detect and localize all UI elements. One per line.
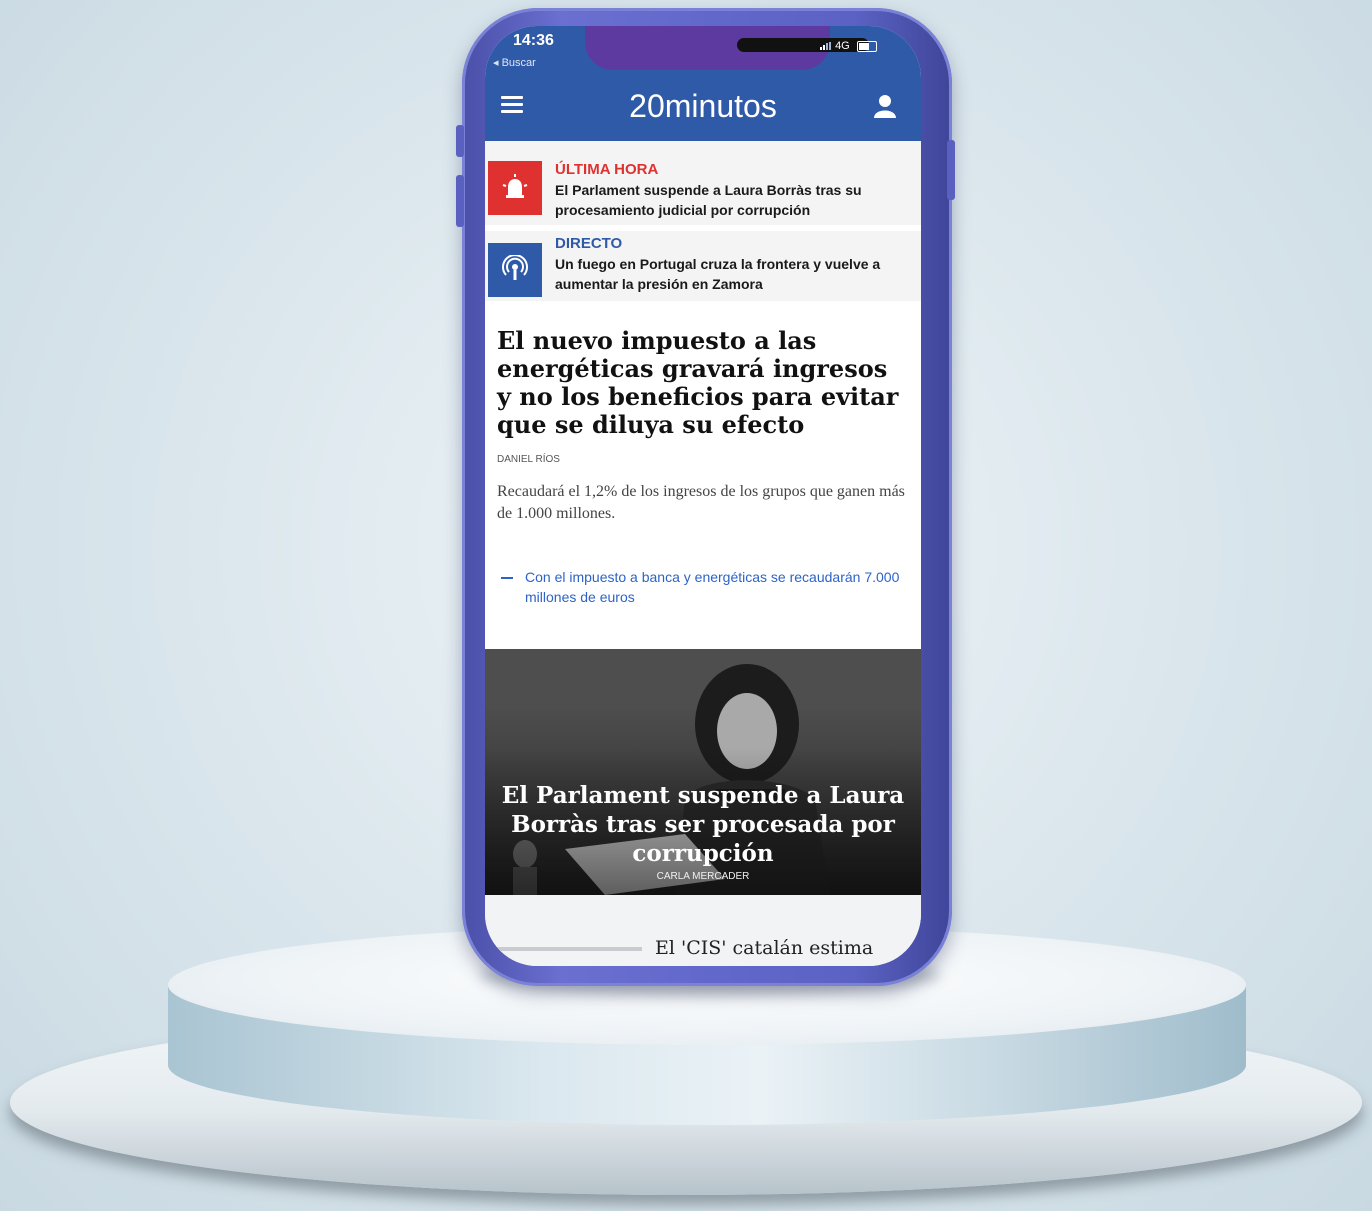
photo-article-author: CARLA MERCADER — [656, 871, 750, 882]
lead-article-author: DANIEL RÍOS — [497, 454, 560, 465]
battery-icon — [856, 40, 877, 52]
status-time: 14:36 — [513, 32, 554, 49]
signal-icon — [820, 42, 831, 51]
dash-icon — [501, 577, 513, 579]
news-feed: ÚLTIMA HORA El Parlament suspende a Laur… — [485, 141, 921, 966]
lead-article-title[interactable]: El nuevo impuesto a las energéticas grav… — [497, 327, 907, 439]
photo-article-title: El Parlament suspende a Laura Borràs tra… — [501, 782, 905, 867]
alert-kicker: DIRECTO — [555, 235, 623, 252]
user-icon[interactable] — [874, 94, 896, 118]
broadcast-icon — [488, 243, 542, 297]
related-article-link[interactable]: Con el impuesto a banca y energéticas se… — [501, 567, 901, 607]
alert-text: Un fuego en Portugal cruza la frontera y… — [555, 256, 881, 292]
status-indicators: 4G — [820, 40, 877, 52]
app-header: 14:36 ◂ Buscar 4G 20minutos — [485, 26, 921, 141]
live-news-item[interactable]: DIRECTO Un fuego en Portugal cruza la fr… — [485, 231, 921, 301]
breaking-news-item[interactable]: ÚLTIMA HORA El Parlament suspende a Laur… — [485, 141, 921, 231]
phone-screen: 14:36 ◂ Buscar 4G 20minutos ÚLTIMA HORA … — [485, 26, 921, 966]
side-button — [947, 140, 955, 200]
next-article-title: El 'CIS' catalán estima — [655, 937, 874, 959]
photo-article[interactable]: El Parlament suspende a Laura Borràs tra… — [485, 649, 921, 895]
bell-alarm-icon — [488, 161, 542, 215]
alert-kicker: ÚLTIMA HORA — [555, 161, 659, 178]
next-article-preview[interactable]: El 'CIS' catalán estima — [485, 895, 921, 966]
side-button — [456, 125, 464, 157]
lead-article-summary: Recaudará el 1,2% de los ingresos de los… — [497, 483, 905, 522]
alert-text: El Parlament suspende a Laura Borràs tra… — [555, 182, 862, 218]
app-logo[interactable]: 20minutos — [485, 88, 921, 125]
side-button — [456, 175, 464, 227]
back-to-search-link[interactable]: ◂ Buscar — [493, 56, 536, 69]
related-article-text: Con el impuesto a banca y energéticas se… — [525, 569, 900, 605]
next-article-thumbnail — [497, 947, 642, 951]
network-type: 4G — [835, 40, 850, 52]
notch — [585, 26, 869, 70]
